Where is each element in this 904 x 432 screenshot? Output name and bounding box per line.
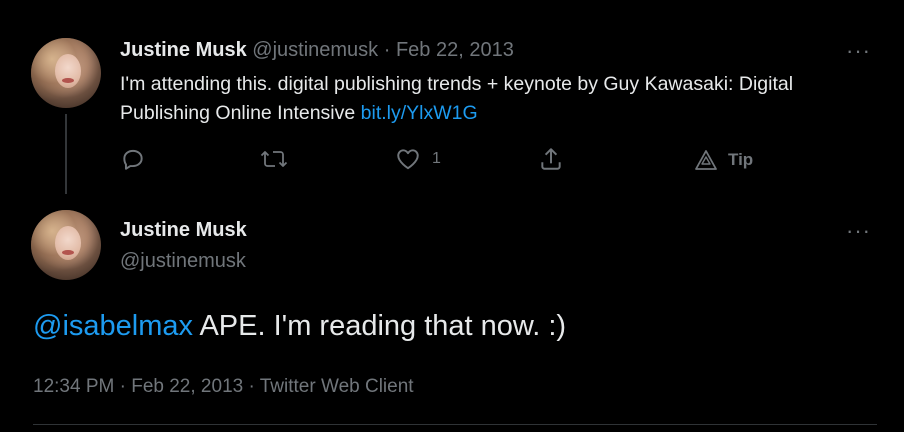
parent-author-avatar[interactable]	[31, 38, 101, 108]
parent-author-name[interactable]: Justine Musk	[120, 39, 247, 61]
tip-label: Tip	[728, 150, 754, 169]
retweet-icon	[260, 151, 288, 167]
parent-tweet-header: Justine Musk @justinemusk · Feb 22, 2013	[120, 39, 514, 62]
reply-button[interactable]	[120, 146, 156, 172]
main-tweet-meta: 12:34 PM · Feb 22, 2013 · Twitter Web Cl…	[33, 376, 414, 398]
meta-separator: ·	[119, 376, 126, 397]
share-button[interactable]	[538, 146, 564, 172]
retweet-button[interactable]	[260, 146, 298, 172]
parent-tweet-actions: 1 Tip	[120, 146, 820, 180]
parent-tweet-date[interactable]: Feb 22, 2013	[396, 39, 514, 61]
main-author-avatar[interactable]	[31, 210, 101, 280]
avatar-lips	[62, 78, 74, 83]
main-author-name[interactable]: Justine Musk	[120, 219, 247, 242]
parent-author-handle[interactable]: @justinemusk	[252, 39, 378, 61]
tip-button[interactable]: Tip	[694, 149, 753, 171]
mention-link[interactable]: @isabelmax	[33, 310, 193, 342]
parent-tweet-text: I'm attending this. digital publishing t…	[120, 70, 860, 128]
parent-tweet-link[interactable]: bit.ly/YlxW1G	[361, 102, 478, 124]
main-tweet-text: @isabelmax APE. I'm reading that now. :)	[33, 310, 566, 343]
tip-icon	[695, 150, 717, 170]
main-tweet-body: APE. I'm reading that now. :)	[193, 310, 567, 342]
avatar-lips	[62, 250, 74, 255]
heart-icon	[397, 149, 419, 170]
like-button[interactable]: 1	[394, 146, 441, 172]
main-more-options-button[interactable]: ···	[846, 218, 871, 244]
share-icon	[541, 148, 561, 170]
meta-separator: ·	[248, 376, 255, 397]
parent-more-options-button[interactable]: ···	[846, 38, 871, 64]
thread-connector-line	[65, 114, 67, 194]
reply-icon	[123, 149, 143, 170]
tweet-source[interactable]: Twitter Web Client	[260, 376, 414, 397]
header-separator: ·	[383, 39, 391, 61]
tweet-time[interactable]: 12:34 PM	[33, 376, 114, 397]
like-count: 1	[432, 150, 441, 167]
main-author-handle[interactable]: @justinemusk	[120, 250, 246, 273]
divider	[33, 424, 877, 425]
tweet-date[interactable]: Feb 22, 2013	[131, 376, 243, 397]
